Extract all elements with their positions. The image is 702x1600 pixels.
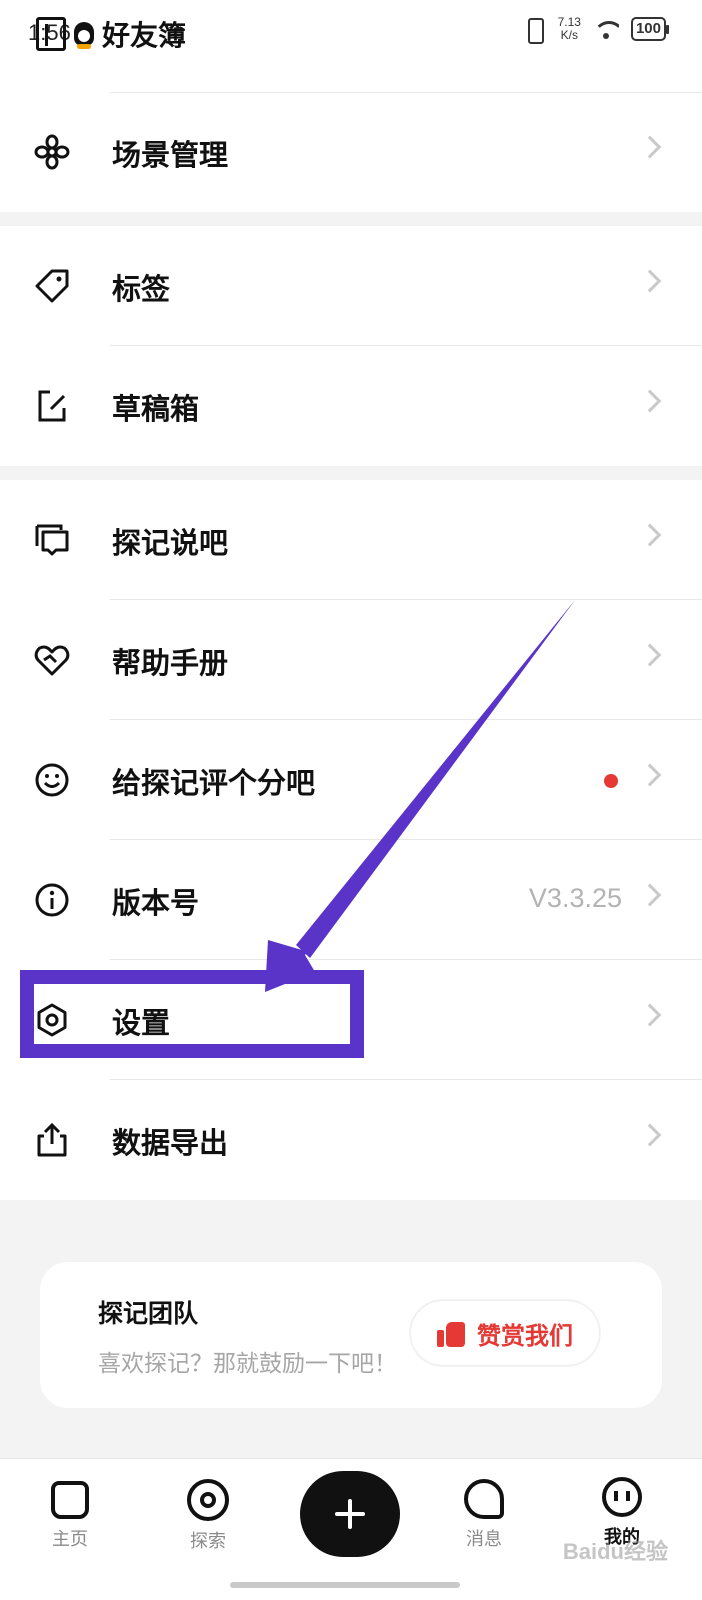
- tab-label-me: 我的: [604, 1527, 640, 1548]
- team-card-title: 探记团队: [98, 1299, 199, 1328]
- tag-icon: [35, 269, 69, 303]
- menu-label-export: 数据导出: [112, 1126, 229, 1160]
- chevron-right-icon: [638, 1003, 662, 1027]
- smiley-icon: [35, 763, 69, 797]
- tab-home[interactable]: 主页: [20, 1473, 120, 1551]
- team-card: 探记团队 喜欢探记？那就鼓励一下吧！ 赞赏我们: [40, 1262, 662, 1408]
- menu-item-drafts[interactable]: 草稿箱: [0, 346, 702, 466]
- home-indicator: [230, 1582, 460, 1588]
- tab-label-messages: 消息: [466, 1529, 502, 1550]
- network-speed-unit: K/s: [560, 28, 578, 42]
- menu-label-tags: 标签: [112, 272, 171, 306]
- notification-app: 好友簿: [36, 14, 186, 54]
- chevron-right-icon: [638, 643, 662, 667]
- menu-item-version[interactable]: 版本号 V3.3.25: [0, 840, 702, 960]
- draft-edit-icon: [38, 390, 66, 422]
- bottom-nav: 主页 探索 消息 我的: [0, 1458, 702, 1600]
- battery-icon: 100: [630, 17, 670, 41]
- version-value: V3.3.25: [528, 883, 622, 913]
- home-icon: [51, 1481, 89, 1519]
- reward-button[interactable]: 赞赏我们: [410, 1300, 600, 1366]
- chevron-right-icon: [638, 269, 662, 293]
- notification-dot: [604, 774, 618, 788]
- menu-label-forum: 探记说吧: [112, 526, 229, 560]
- tab-me[interactable]: 我的: [572, 1473, 672, 1549]
- menu-section-tags: 标签 草稿箱: [0, 226, 702, 466]
- reward-button-label: 赞赏我们: [477, 1321, 573, 1350]
- menu-label-scene: 场景管理: [112, 138, 229, 172]
- wifi-icon: [592, 19, 619, 39]
- menu-item-tags[interactable]: 标签: [0, 226, 702, 346]
- menu-section-more: 探记说吧 帮助手册 给探记评个分吧 版本号 V3.3.25 设置 数据导出: [0, 480, 702, 1200]
- chevron-right-icon: [638, 135, 662, 159]
- chevron-right-icon: [638, 883, 662, 907]
- flower-icon: [34, 134, 70, 170]
- menu-item-forum[interactable]: 探记说吧: [0, 480, 702, 600]
- status-bar: 1:56 好友簿 7.13 K/s 100: [0, 0, 702, 70]
- menu-item-help[interactable]: 帮助手册: [0, 600, 702, 720]
- book-icon: [36, 17, 66, 51]
- menu-item-settings[interactable]: 设置: [0, 960, 702, 1080]
- thumbs-up-icon: [437, 1319, 465, 1347]
- qq-penguin-icon: [74, 22, 94, 49]
- tab-explore[interactable]: 探索: [158, 1473, 258, 1553]
- menu-section-scene: 场景管理: [0, 70, 702, 212]
- explore-icon: [187, 1479, 229, 1521]
- chevron-right-icon: [638, 389, 662, 413]
- tab-label-home: 主页: [52, 1529, 88, 1550]
- status-icons: 7.13 K/s 100: [522, 16, 670, 44]
- network-speed: 7.13 K/s: [558, 16, 581, 42]
- menu-label-version: 版本号: [112, 886, 200, 920]
- menu-label-settings: 设置: [112, 1006, 171, 1040]
- chevron-right-icon: [638, 1123, 662, 1147]
- menu-item-scene[interactable]: 场景管理: [0, 92, 702, 212]
- chevron-right-icon: [638, 523, 662, 547]
- chevron-right-icon: [638, 763, 662, 787]
- notification-title: 好友簿: [102, 19, 187, 52]
- team-card-subtitle: 喜欢探记？那就鼓励一下吧！: [98, 1351, 397, 1377]
- chat-bubbles-icon: [35, 524, 69, 556]
- tab-messages[interactable]: 消息: [434, 1473, 534, 1551]
- vibrate-icon: [522, 16, 546, 44]
- menu-label-rate: 给探记评个分吧: [112, 766, 316, 800]
- heart-handshake-icon: [34, 645, 70, 676]
- tab-label-explore: 探索: [190, 1531, 226, 1552]
- add-button[interactable]: [300, 1471, 400, 1557]
- info-icon: [35, 883, 69, 917]
- message-icon: [464, 1479, 504, 1519]
- menu-item-rate[interactable]: 给探记评个分吧: [0, 720, 702, 840]
- share-export-icon: [37, 1122, 67, 1157]
- menu-label-drafts: 草稿箱: [112, 392, 200, 426]
- menu-item-export[interactable]: 数据导出: [0, 1080, 702, 1200]
- profile-face-icon: [602, 1477, 642, 1517]
- settings-hexagon-icon: [37, 1003, 67, 1037]
- menu-label-help: 帮助手册: [112, 646, 229, 680]
